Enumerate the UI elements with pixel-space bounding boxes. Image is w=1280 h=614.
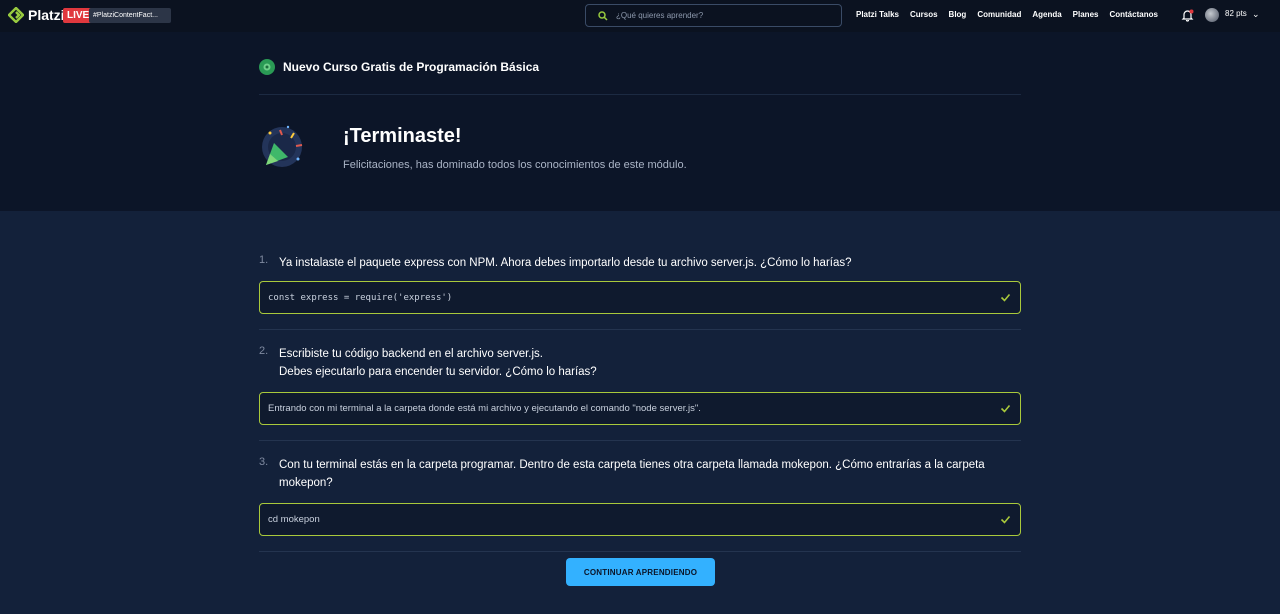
- nav-planes[interactable]: Planes: [1073, 10, 1099, 19]
- answer-box: cd mokepon: [259, 503, 1021, 536]
- nav-comunidad[interactable]: Comunidad: [977, 10, 1021, 19]
- check-icon: [1000, 404, 1011, 413]
- question-text: Escribiste tu código backend en el archi…: [279, 345, 1019, 381]
- leaf-icon: [263, 63, 271, 71]
- main-nav: Platzi Talks Cursos Blog Comunidad Agend…: [856, 10, 1158, 19]
- nav-contactanos[interactable]: Contáctanos: [1109, 10, 1157, 19]
- answer-box: const express = require('express'): [259, 281, 1021, 314]
- nav-platzi-talks[interactable]: Platzi Talks: [856, 10, 899, 19]
- question-text: Con tu terminal estás en la carpeta prog…: [279, 456, 1019, 492]
- live-hashtag[interactable]: #PlatziContentFact...: [89, 8, 171, 23]
- platzi-logo[interactable]: Platzi: [8, 7, 65, 23]
- course-link[interactable]: Nuevo Curso Gratis de Programación Básic…: [259, 59, 539, 75]
- user-avatar[interactable]: [1205, 8, 1219, 22]
- question-line: mokepon?: [279, 477, 333, 489]
- header-divider: [259, 94, 1021, 95]
- brand-name: Platzi: [28, 7, 65, 23]
- search-input[interactable]: [616, 11, 816, 20]
- nav-agenda[interactable]: Agenda: [1032, 10, 1061, 19]
- course-badge-icon: [259, 59, 275, 75]
- question-line: Debes ejecutarlo para encender tu servid…: [279, 366, 597, 378]
- celebration-icon: [262, 125, 303, 167]
- search-box[interactable]: [585, 4, 842, 27]
- question-divider: [259, 551, 1021, 552]
- continue-learning-button[interactable]: CONTINUAR APRENDIENDO: [566, 558, 715, 586]
- question-number: 3.: [259, 456, 269, 468]
- search-icon: [598, 10, 608, 21]
- top-navbar: Platzi LIVE #PlatziContentFact... Platzi…: [0, 0, 1280, 32]
- question-number: 2.: [259, 345, 269, 357]
- notification-bell-icon[interactable]: [1181, 9, 1194, 22]
- question-divider: [259, 440, 1021, 441]
- question-1: 1. Ya instalaste el paquete express con …: [259, 254, 1021, 314]
- question-2: 2. Escribiste tu código backend en el ar…: [259, 345, 1021, 425]
- answer-text: const express = require('express'): [268, 292, 453, 303]
- completion-header: [0, 32, 1280, 211]
- completion-subtitle: Felicitaciones, has dominado todos los c…: [343, 159, 687, 171]
- check-icon: [1000, 515, 1011, 524]
- platzi-logo-icon: [8, 7, 24, 23]
- question-text: Ya instalaste el paquete express con NPM…: [279, 254, 1019, 272]
- question-line: Ya instalaste el paquete express con NPM…: [279, 257, 852, 269]
- nav-blog[interactable]: Blog: [949, 10, 967, 19]
- answer-box: Entrando con mi terminal a la carpeta do…: [259, 392, 1021, 425]
- question-line: Con tu terminal estás en la carpeta prog…: [279, 459, 985, 471]
- nav-cursos[interactable]: Cursos: [910, 10, 938, 19]
- completion-title: ¡Terminaste!: [343, 125, 462, 147]
- question-number: 1.: [259, 254, 269, 266]
- question-3: 3. Con tu terminal estás en la carpeta p…: [259, 456, 1021, 536]
- question-divider: [259, 329, 1021, 330]
- user-points: 82 pts: [1225, 9, 1247, 18]
- answer-text: Entrando con mi terminal a la carpeta do…: [268, 403, 701, 414]
- chevron-down-icon[interactable]: ⌄: [1252, 9, 1260, 20]
- course-title: Nuevo Curso Gratis de Programación Básic…: [283, 60, 540, 74]
- question-line: Escribiste tu código backend en el archi…: [279, 348, 543, 360]
- answer-text: cd mokepon: [268, 514, 320, 525]
- check-icon: [1000, 293, 1011, 302]
